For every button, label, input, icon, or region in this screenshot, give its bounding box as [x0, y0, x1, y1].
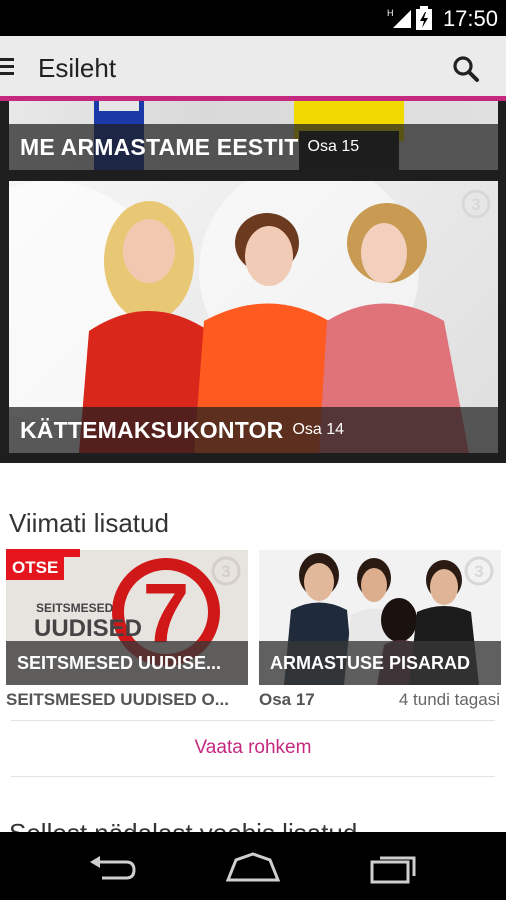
status-bar: H 17:50	[0, 0, 506, 36]
episode-label: Osa 15	[307, 138, 360, 155]
action-bar: Esileht	[0, 36, 506, 98]
svg-text:3: 3	[474, 562, 483, 581]
video-tile[interactable]: 3 ARMASTUSE PISARAD	[259, 550, 501, 685]
page-title: Esileht	[38, 53, 117, 83]
svg-text:SEITSMESED: SEITSMESED	[36, 601, 114, 615]
home-icon[interactable]	[226, 852, 280, 882]
video-caption: SEITSMESED UUDISE...	[6, 641, 248, 685]
video-caption: ARMASTUSE PISARAD	[259, 641, 501, 685]
app-screen: H 17:50 Esileht ME ARMASTAME EESTIT Osa …	[0, 0, 506, 900]
featured-caption: ME ARMASTAME EESTIT Osa 15	[9, 124, 498, 170]
show-title: KÄTTEMAKSUKONTOR	[20, 416, 284, 443]
svg-text:UUDISED: UUDISED	[34, 615, 142, 642]
divider	[11, 720, 495, 721]
see-more-link[interactable]: Vaata rohkem	[0, 737, 506, 759]
show-title: ME ARMASTAME EESTIT	[20, 133, 299, 160]
recent-apps-icon[interactable]	[370, 852, 420, 884]
divider	[11, 776, 495, 777]
back-icon[interactable]	[88, 854, 138, 880]
signal-icon: H	[387, 8, 411, 28]
live-badge: OTSE	[6, 556, 65, 580]
system-nav-bar	[0, 832, 506, 900]
featured-carousel: ME ARMASTAME EESTIT Osa 15 3 KÄTTEMAKSUK…	[0, 101, 506, 463]
channel-3-logo: 3	[461, 189, 491, 219]
svg-text:3: 3	[471, 195, 480, 214]
channel-3-logo: 3	[211, 556, 241, 586]
featured-caption: KÄTTEMAKSUKONTOR Osa 14	[9, 407, 498, 453]
video-meta-title: SEITSMESED UUDISED O...	[6, 690, 229, 709]
section-heading: Viimati lisatud	[9, 508, 169, 538]
time-ago-label: 4 tundi tagasi	[398, 690, 500, 709]
channel-3-logo: 3	[464, 556, 494, 586]
featured-card[interactable]: ME ARMASTAME EESTIT Osa 15	[9, 101, 498, 170]
episode-label: Osa 14	[292, 421, 345, 438]
episode-label: Osa 17	[259, 690, 315, 709]
battery-charging-icon	[416, 6, 432, 30]
clock: 17:50	[442, 6, 498, 31]
featured-card[interactable]: 3 KÄTTEMAKSUKONTOR Osa 14	[9, 181, 498, 453]
search-icon[interactable]	[452, 55, 480, 83]
menu-icon[interactable]	[0, 58, 14, 76]
svg-text:H: H	[387, 8, 394, 18]
svg-text:3: 3	[221, 562, 230, 581]
